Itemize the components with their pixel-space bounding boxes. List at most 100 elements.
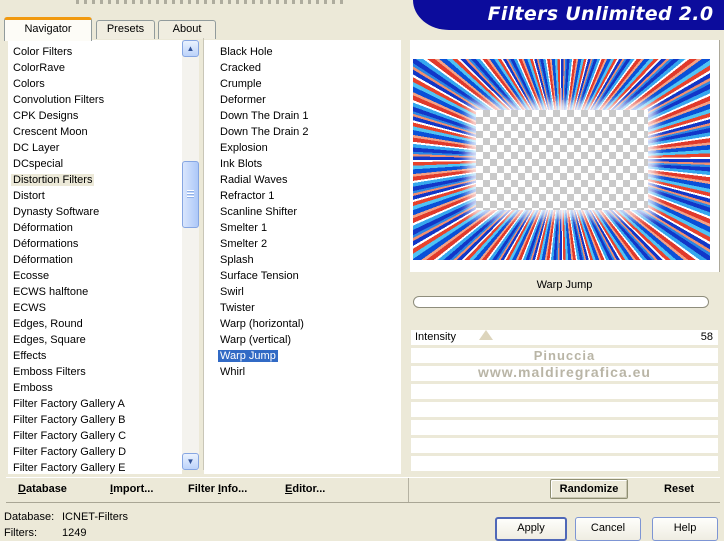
list-item[interactable]: Ecosse xyxy=(8,268,182,284)
list-item-label: Cracked xyxy=(220,62,261,74)
list-item[interactable]: Edges, Round xyxy=(8,316,182,332)
list-item[interactable]: Whirl xyxy=(204,364,401,380)
mnemonic: D xyxy=(18,483,26,495)
list-item[interactable]: ECWS xyxy=(8,300,182,316)
preview-image xyxy=(413,59,710,260)
scrollbar-thumb[interactable] xyxy=(182,161,199,228)
scroll-down-icon[interactable]: ▼ xyxy=(182,453,199,470)
list-item-label: Filter Factory Gallery B xyxy=(13,414,126,426)
apply-button[interactable]: Apply xyxy=(495,517,567,541)
list-item[interactable]: Déformation xyxy=(8,220,182,236)
slider-row[interactable]: Intensity 58 xyxy=(411,330,718,345)
list-item[interactable]: Emboss Filters xyxy=(8,364,182,380)
list-item-label: Emboss Filters xyxy=(13,366,86,378)
list-item-label: Déformation xyxy=(13,222,73,234)
status-filters-label: Filters: xyxy=(4,527,37,539)
list-item[interactable]: Warp (vertical) xyxy=(204,332,401,348)
slider-row xyxy=(411,420,718,435)
list-item-label: Effects xyxy=(13,350,47,362)
list-item-label: Explosion xyxy=(220,142,268,154)
database-button[interactable]: Database xyxy=(18,483,67,495)
label-part: atabase xyxy=(25,483,67,495)
list-item[interactable]: Deformer xyxy=(204,92,401,108)
list-item[interactable]: DC Layer xyxy=(8,140,182,156)
list-item[interactable]: Radial Waves xyxy=(204,172,401,188)
list-item[interactable]: Effects xyxy=(8,348,182,364)
list-item[interactable]: CPK Designs xyxy=(8,108,182,124)
tab-navigator[interactable]: Navigator xyxy=(4,17,92,41)
list-item[interactable]: Déformation xyxy=(8,252,182,268)
list-item[interactable]: DCspecial xyxy=(8,156,182,172)
list-item[interactable]: Ink Blots xyxy=(204,156,401,172)
list-item[interactable]: Filter Factory Gallery B xyxy=(8,412,182,428)
list-item[interactable]: Cracked xyxy=(204,60,401,76)
list-item-label: Déformation xyxy=(13,254,73,266)
list-item[interactable]: Swirl xyxy=(204,284,401,300)
list-item[interactable]: Edges, Square xyxy=(8,332,182,348)
list-item[interactable]: Filter Factory Gallery E xyxy=(8,460,182,474)
list-item[interactable]: Crumple xyxy=(204,76,401,92)
list-item-label: Down The Drain 1 xyxy=(220,110,309,122)
list-item[interactable]: Emboss xyxy=(8,380,182,396)
list-item[interactable]: Déformations xyxy=(8,236,182,252)
list-item[interactable]: Distort xyxy=(8,188,182,204)
list-item[interactable]: Convolution Filters xyxy=(8,92,182,108)
list-item[interactable]: Color Filters xyxy=(8,44,182,60)
label-part: nfo... xyxy=(221,483,248,495)
list-item[interactable]: Down The Drain 2 xyxy=(204,124,401,140)
list-item-label: Ecosse xyxy=(13,270,50,282)
category-list-scrollbar[interactable]: ▲ ▼ xyxy=(182,40,199,470)
help-button[interactable]: Help xyxy=(652,517,718,541)
list-item[interactable]: Surface Tension xyxy=(204,268,401,284)
list-item-label: Swirl xyxy=(220,286,244,298)
tab-about[interactable]: About xyxy=(158,20,216,39)
list-item[interactable]: Warp Jump xyxy=(204,348,401,364)
list-item-label: CPK Designs xyxy=(13,110,79,122)
list-item[interactable]: Filter Factory Gallery C xyxy=(8,428,182,444)
transparency-checkerboard xyxy=(475,109,648,210)
slider-thumb[interactable] xyxy=(478,330,493,340)
app-title: Filters Unlimited 2.0 xyxy=(487,3,714,25)
slider-row xyxy=(411,384,718,399)
list-item[interactable]: Filter Factory Gallery D xyxy=(8,444,182,460)
slider-value: 58 xyxy=(700,331,713,343)
list-item[interactable]: Distortion Filters xyxy=(8,172,182,188)
editor-button[interactable]: Editor... xyxy=(285,483,325,495)
list-item[interactable]: Explosion xyxy=(204,140,401,156)
list-item[interactable]: ColorRave xyxy=(8,60,182,76)
list-item-label: Filter Factory Gallery C xyxy=(13,430,127,442)
list-item[interactable]: Twister xyxy=(204,300,401,316)
list-item[interactable]: Filter Factory Gallery A xyxy=(8,396,182,412)
list-item[interactable]: Dynasty Software xyxy=(8,204,182,220)
randomize-button[interactable]: Randomize xyxy=(550,479,628,499)
list-item[interactable]: Colors xyxy=(8,76,182,92)
list-item[interactable]: Black Hole xyxy=(204,44,401,60)
list-item-label: Edges, Round xyxy=(13,318,83,330)
list-item-label: Emboss xyxy=(13,382,53,394)
list-item-label: Déformations xyxy=(13,238,79,250)
list-item[interactable]: Smelter 2 xyxy=(204,236,401,252)
list-item-label: Filter Factory Gallery D xyxy=(13,446,127,458)
list-item[interactable]: ECWS halftone xyxy=(8,284,182,300)
list-item[interactable]: Scanline Shifter xyxy=(204,204,401,220)
scroll-up-icon[interactable]: ▲ xyxy=(182,40,199,57)
list-item-label: Crumple xyxy=(220,78,262,90)
list-item-label: Twister xyxy=(220,302,255,314)
reset-button[interactable]: Reset xyxy=(654,483,704,495)
list-item-label: Splash xyxy=(220,254,254,266)
list-item-label: Deformer xyxy=(220,94,266,106)
list-item[interactable]: Crescent Moon xyxy=(8,124,182,140)
filter-info-button[interactable]: Filter Info... xyxy=(188,483,247,495)
list-item[interactable]: Smelter 1 xyxy=(204,220,401,236)
list-item-label: Filter Factory Gallery A xyxy=(13,398,125,410)
list-item[interactable]: Down The Drain 1 xyxy=(204,108,401,124)
import-button[interactable]: Import... xyxy=(110,483,153,495)
tab-presets[interactable]: Presets xyxy=(96,20,155,39)
list-item-label: Edges, Square xyxy=(13,334,86,346)
list-item-label: ECWS halftone xyxy=(13,286,89,298)
list-item[interactable]: Splash xyxy=(204,252,401,268)
cancel-button[interactable]: Cancel xyxy=(575,517,641,541)
list-item[interactable]: Warp (horizontal) xyxy=(204,316,401,332)
list-item-label: ECWS xyxy=(13,302,46,314)
list-item[interactable]: Refractor 1 xyxy=(204,188,401,204)
